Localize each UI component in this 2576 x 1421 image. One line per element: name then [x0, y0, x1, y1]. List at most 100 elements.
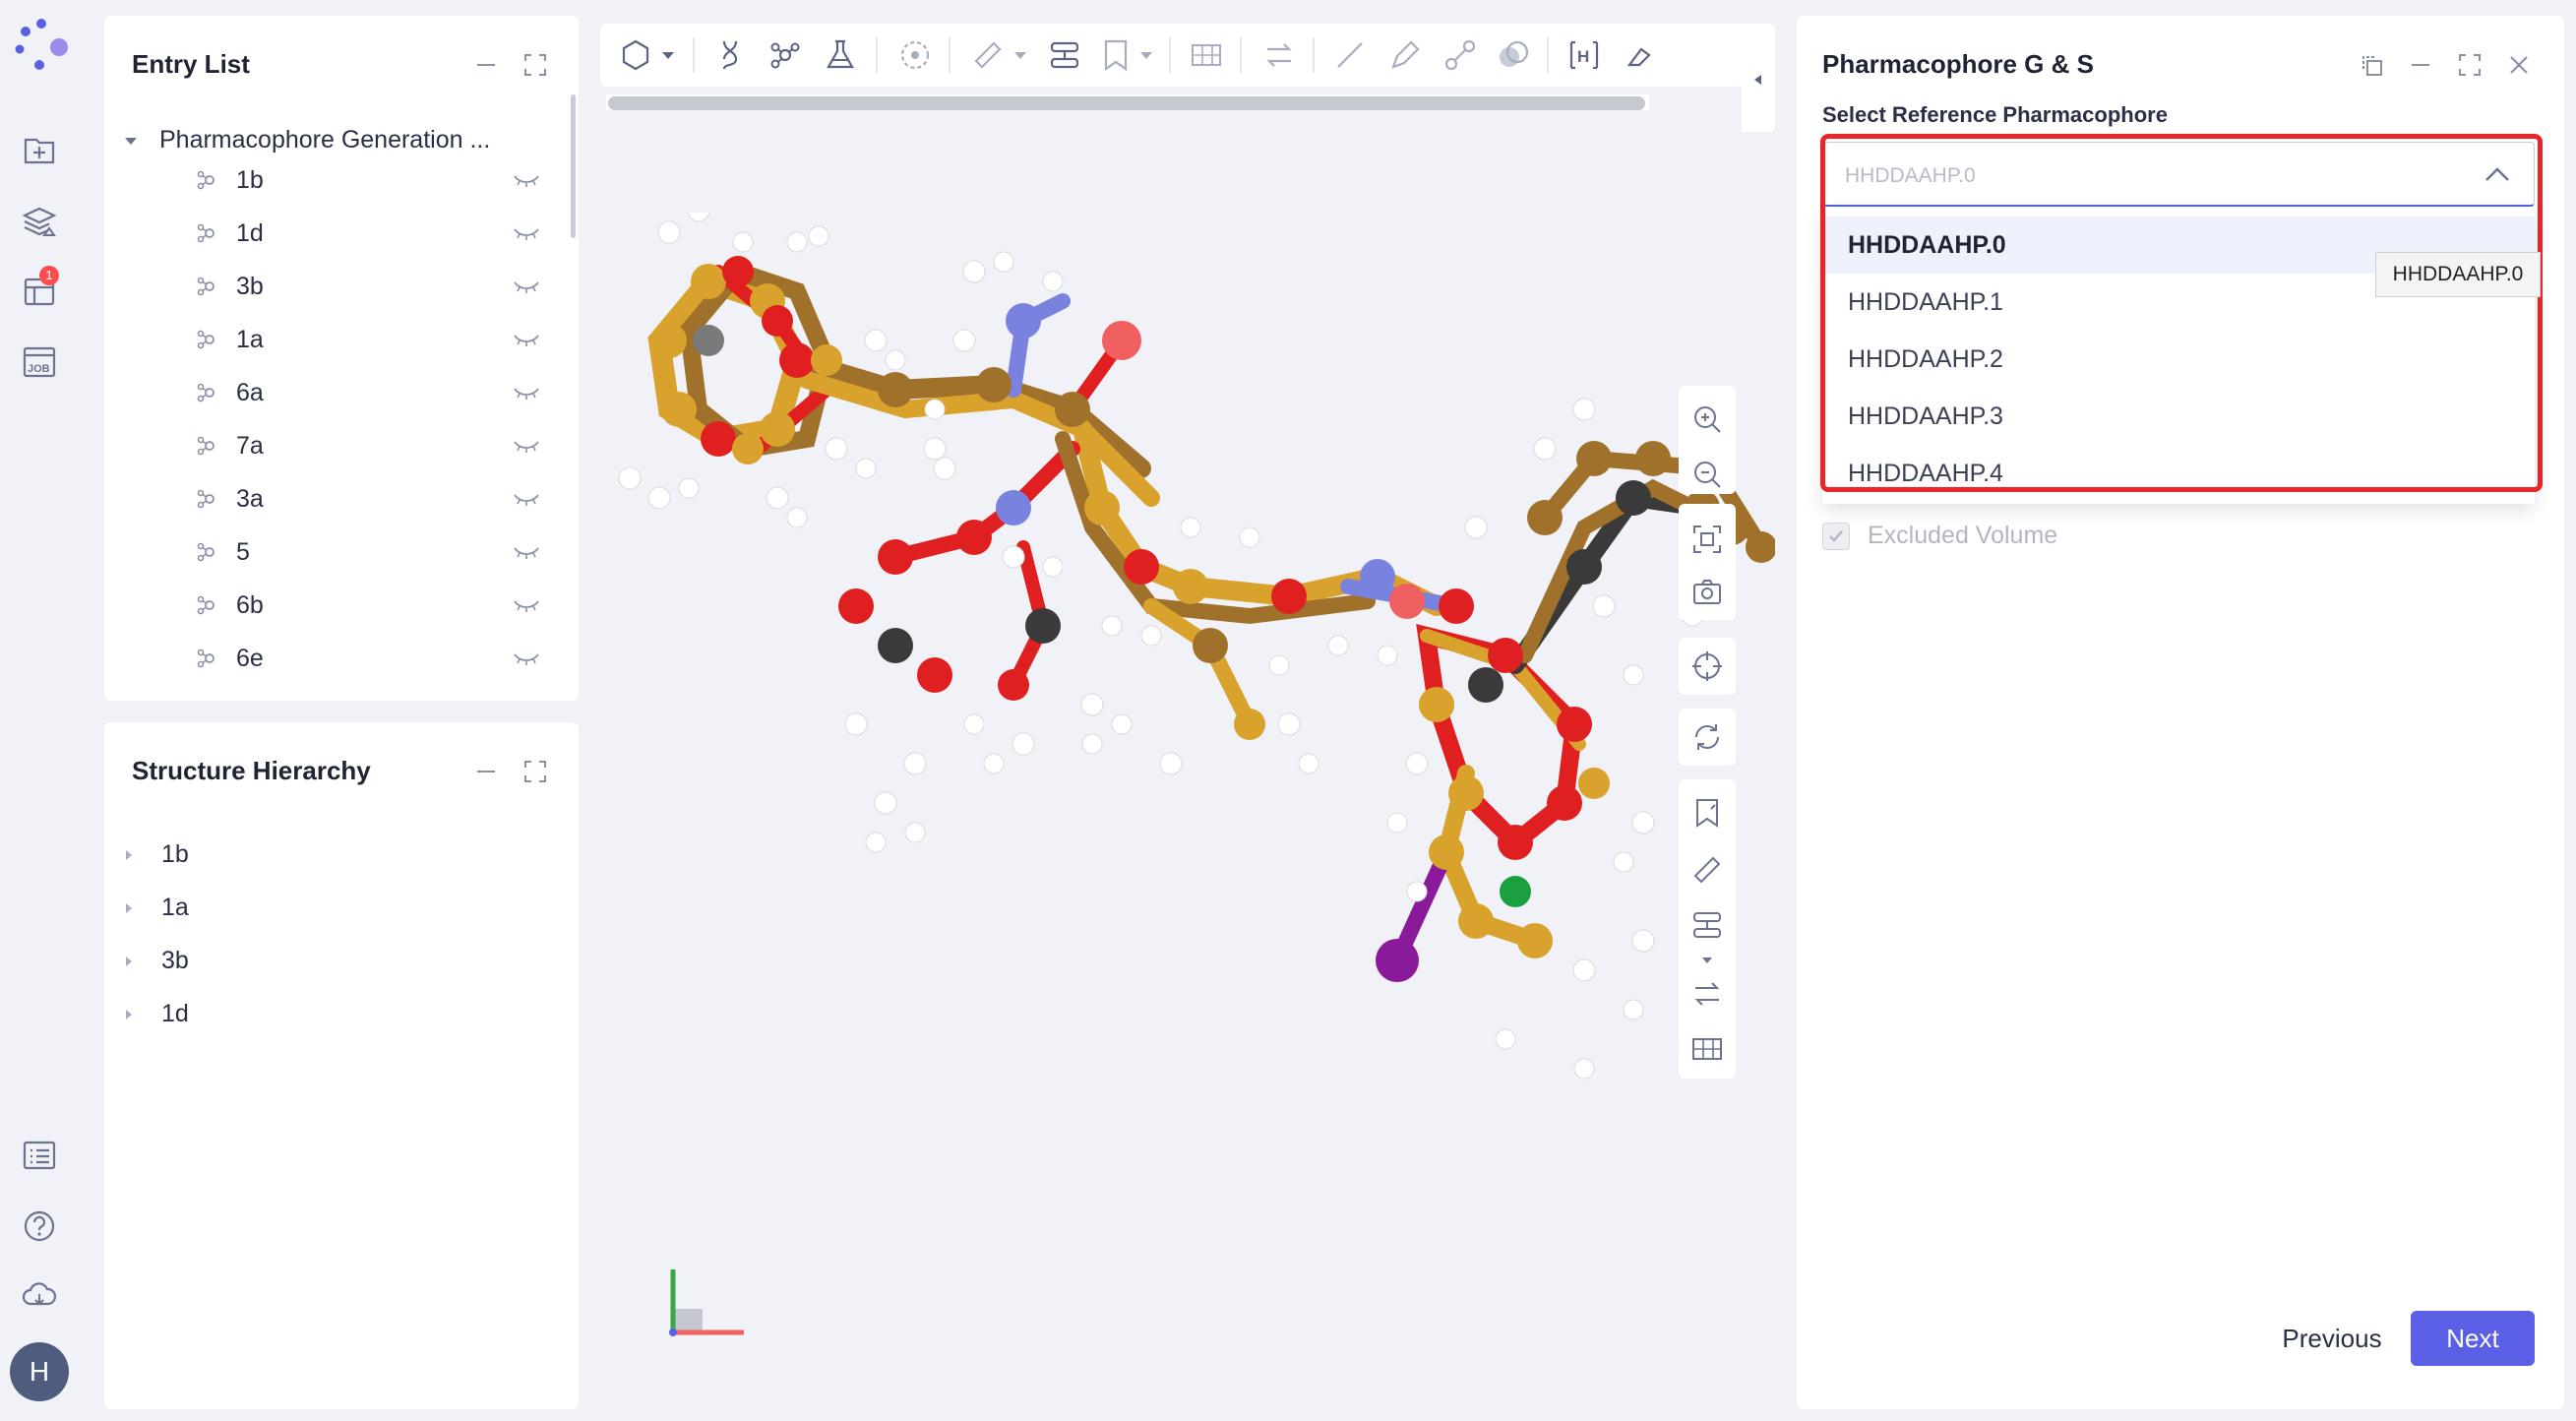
- ruler-icon[interactable]: [1689, 852, 1725, 888]
- previous-button[interactable]: Previous: [2269, 1311, 2395, 1366]
- eye-closed-icon[interactable]: [512, 383, 541, 402]
- dropdown-option[interactable]: HHDDAAHP.4: [1822, 445, 2535, 502]
- caret-left-icon[interactable]: [1751, 73, 1765, 87]
- center-icon[interactable]: [1689, 649, 1725, 684]
- camera-icon[interactable]: [1689, 575, 1725, 610]
- next-button[interactable]: Next: [2411, 1311, 2535, 1366]
- tree-item[interactable]: 1a: [118, 894, 189, 922]
- close-icon[interactable]: [2505, 51, 2533, 79]
- bond-icon[interactable]: [1442, 37, 1478, 73]
- target-icon[interactable]: [897, 37, 933, 73]
- eye-closed-icon[interactable]: [512, 542, 541, 562]
- help-icon[interactable]: [12, 1199, 67, 1254]
- expand-icon[interactable]: [2456, 51, 2484, 79]
- caret-right-icon[interactable]: [118, 844, 140, 866]
- layers-icon[interactable]: [12, 193, 67, 248]
- list-item[interactable]: 7a: [104, 419, 557, 472]
- overlap-icon[interactable]: [1496, 37, 1531, 73]
- list-item[interactable]: 1b: [104, 154, 557, 207]
- hydrogen-icon[interactable]: H: [1566, 37, 1602, 73]
- zoom-out-icon[interactable]: [1689, 457, 1725, 492]
- caret-right-icon[interactable]: [118, 1004, 140, 1025]
- list-icon[interactable]: [12, 1128, 67, 1183]
- caret-right-icon[interactable]: [118, 951, 140, 972]
- expand-icon[interactable]: [521, 758, 549, 785]
- eye-closed-icon[interactable]: [512, 277, 541, 296]
- align-icon[interactable]: [1047, 37, 1082, 73]
- tree-item[interactable]: 1b: [118, 840, 189, 869]
- new-file-icon[interactable]: [12, 122, 67, 177]
- minimize-icon[interactable]: [472, 51, 500, 79]
- eraser-icon[interactable]: [1622, 37, 1657, 73]
- caret-down-icon[interactable]: [1013, 51, 1027, 61]
- pencil-icon[interactable]: [1387, 37, 1423, 73]
- molecule-viewer[interactable]: H: [600, 16, 1775, 1409]
- rotate-icon[interactable]: [1689, 719, 1725, 755]
- eye-closed-icon[interactable]: [512, 330, 541, 349]
- caret-down-icon[interactable]: [1139, 51, 1153, 61]
- eye-closed-icon[interactable]: [512, 595, 541, 615]
- excluded-volume-checkbox[interactable]: [1822, 522, 1850, 550]
- dropdown-option[interactable]: HHDDAAHP.3: [1822, 388, 2535, 445]
- option-tooltip: HHDDAAHP.0: [2375, 252, 2541, 297]
- list-item[interactable]: 3a: [104, 472, 557, 525]
- dna-icon[interactable]: [712, 37, 748, 73]
- molecule-icon[interactable]: [767, 37, 803, 73]
- list-item[interactable]: 6b: [104, 579, 557, 632]
- toolbar-collapse-button[interactable]: [1742, 24, 1775, 132]
- eye-closed-icon[interactable]: [512, 489, 541, 509]
- eye-closed-icon[interactable]: [512, 223, 541, 243]
- caret-down-icon[interactable]: [118, 128, 144, 154]
- grid-icon[interactable]: [1689, 1031, 1725, 1067]
- app-root: 1 JOB H Entry List Pharmacophore Generat…: [0, 0, 2576, 1421]
- list-item[interactable]: 6e: [104, 632, 557, 685]
- chevron-up-icon[interactable]: [2483, 162, 2512, 186]
- bookmark-icon[interactable]: [1689, 795, 1725, 831]
- grid-icon[interactable]: [1189, 37, 1224, 73]
- svg-text:H: H: [1577, 47, 1589, 66]
- ruler-icon[interactable]: [970, 37, 1006, 73]
- reference-pharmacophore-select[interactable]: HHDDAAHP.0: [1822, 142, 2535, 207]
- align-icon[interactable]: [1689, 907, 1725, 943]
- tree-item[interactable]: 3b: [118, 947, 189, 975]
- line-icon[interactable]: [1332, 37, 1368, 73]
- dropdown-option[interactable]: HHDDAAHP.2: [1822, 331, 2535, 388]
- minimize-icon[interactable]: [2407, 51, 2434, 79]
- entry-list-scrollbar[interactable]: [571, 94, 576, 238]
- eye-closed-icon[interactable]: [512, 649, 541, 668]
- tree-item[interactable]: 1d: [118, 1000, 189, 1028]
- avatar[interactable]: H: [10, 1342, 69, 1401]
- toolbar-scrollbar[interactable]: [608, 96, 1645, 110]
- tree-root-label: Pharmacophore Generation ...: [159, 126, 491, 154]
- zoom-in-icon[interactable]: [1689, 402, 1725, 437]
- minimize-icon[interactable]: [472, 758, 500, 785]
- list-item[interactable]: 3b: [104, 260, 557, 313]
- caret-down-icon[interactable]: [661, 51, 675, 61]
- entry-label: 7a: [236, 431, 264, 460]
- eye-closed-icon[interactable]: [512, 170, 541, 190]
- swap-icon[interactable]: [1689, 976, 1725, 1012]
- job-icon[interactable]: JOB: [12, 335, 67, 390]
- flask-icon[interactable]: [823, 37, 858, 73]
- caret-right-icon[interactable]: [118, 897, 140, 919]
- list-item[interactable]: 1a: [104, 313, 557, 366]
- list-item[interactable]: 5: [104, 525, 557, 579]
- tasks-icon[interactable]: 1: [12, 264, 67, 319]
- excluded-volume-option[interactable]: Excluded Volume: [1822, 522, 2057, 550]
- caret-down-icon[interactable]: [1701, 957, 1713, 964]
- structure-hierarchy-panel: Structure Hierarchy 1b 1a 3b 1d: [104, 722, 579, 1409]
- hexagon-icon[interactable]: [618, 37, 653, 73]
- eye-closed-icon[interactable]: [512, 436, 541, 456]
- cloud-icon[interactable]: [12, 1267, 67, 1323]
- duplicate-icon[interactable]: [2358, 51, 2385, 79]
- list-item[interactable]: 1d: [104, 207, 557, 260]
- tree-item-label: 3b: [161, 947, 189, 974]
- bookmark-icon[interactable]: [1098, 37, 1134, 73]
- logo-icon[interactable]: [4, 8, 79, 83]
- list-item[interactable]: 6a: [104, 366, 557, 419]
- expand-icon[interactable]: [521, 51, 549, 79]
- molecule-render[interactable]: [600, 213, 1775, 1295]
- swap-icon[interactable]: [1261, 37, 1297, 73]
- tree-root-item[interactable]: Pharmacophore Generation ...: [118, 126, 490, 154]
- fit-icon[interactable]: [1689, 522, 1725, 557]
